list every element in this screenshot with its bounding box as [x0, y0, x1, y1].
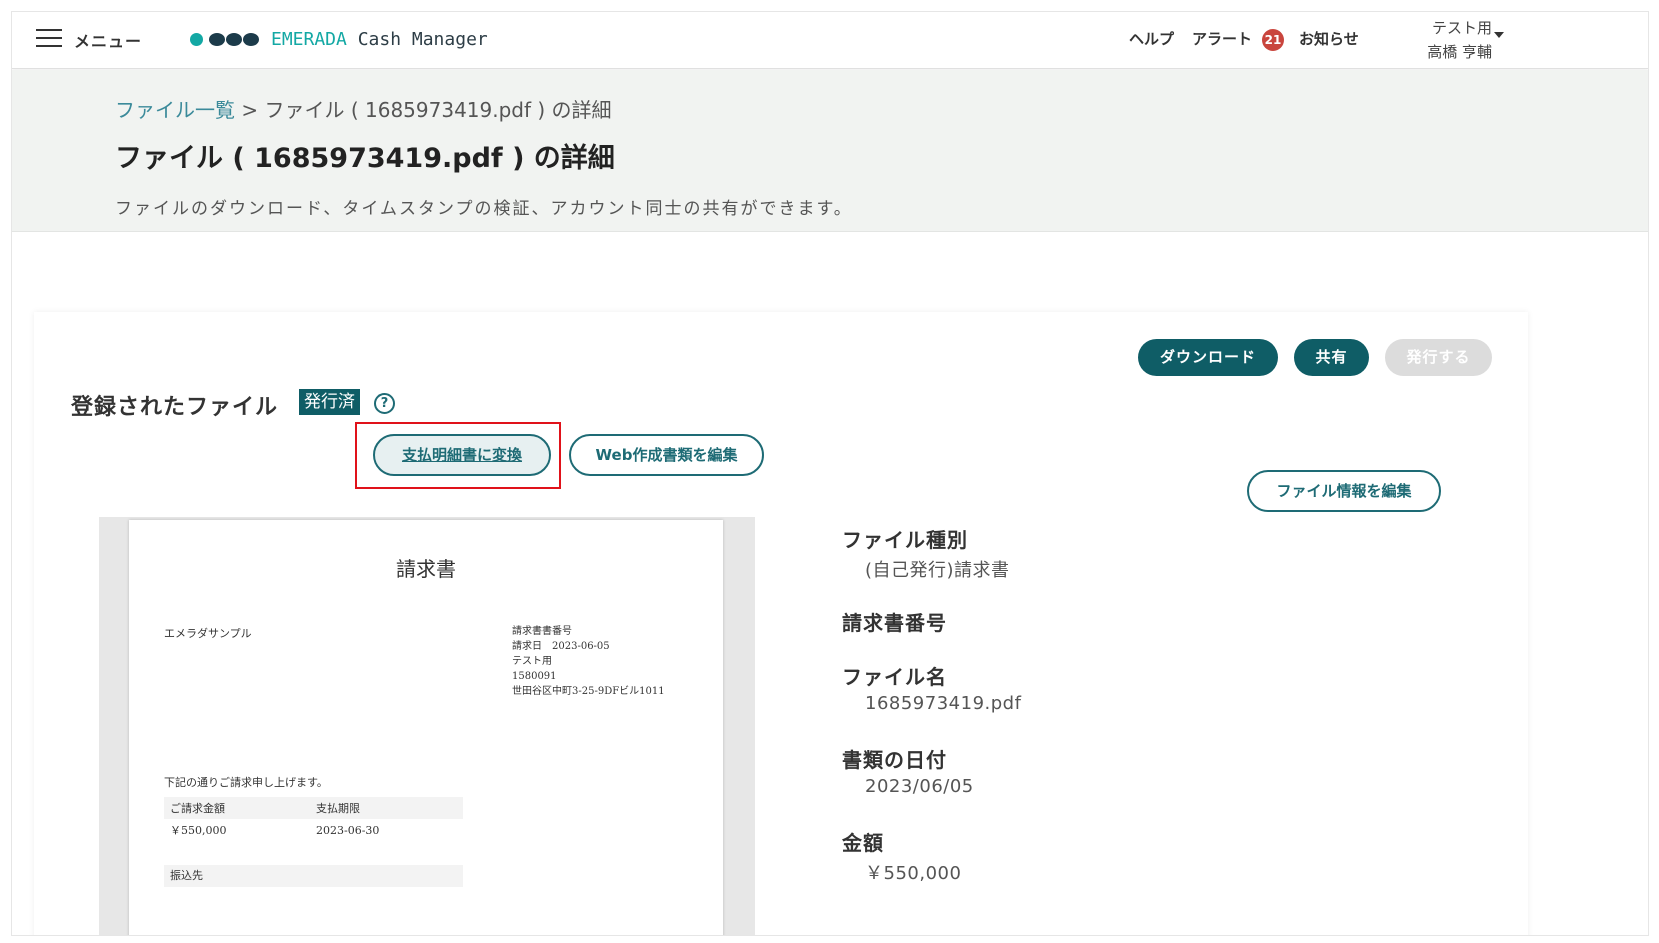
user-org: テスト用 — [1431, 19, 1492, 37]
share-button[interactable]: 共有 — [1294, 339, 1369, 376]
hamburger-menu-icon[interactable] — [36, 26, 62, 48]
document-preview[interactable]: 請求書 エメラダサンプル 請求書書番号 請求日 2023-06-05 テスト用 … — [99, 517, 755, 935]
alert-link[interactable]: アラート — [1192, 28, 1252, 49]
table-row: ￥550,000 2023-06-30 — [164, 819, 463, 841]
logo-product: Cash Manager — [357, 28, 488, 50]
menu-label[interactable]: メニュー — [74, 28, 142, 52]
document-bank-label: 振込先 — [164, 865, 463, 887]
file-name-label: ファイル名 — [842, 665, 947, 689]
notice-link[interactable]: お知らせ — [1299, 28, 1359, 49]
breadcrumb-file-list-link[interactable]: ファイル一覧 — [115, 98, 235, 122]
page-description: ファイルのダウンロード、タイムスタンプの検証、アカウント同士の共有ができます。 — [115, 199, 853, 219]
registered-file-title: 登録されたファイル — [71, 395, 279, 420]
table-cell: 2023-06-30 — [316, 823, 380, 837]
logo-dots-icon — [190, 32, 259, 46]
table-header-cell: ご請求金額 — [170, 802, 225, 815]
breadcrumb-current: ファイル ( 1685973419.pdf ) の詳細 — [264, 98, 612, 122]
meta-line: 世田谷区中町3-25-9DFビル1011 — [512, 686, 665, 697]
document-date-label: 書類の日付 — [842, 748, 947, 772]
app-frame: メニュー EMERADA Cash Manager ヘルプ アラート 21 お知… — [11, 11, 1649, 936]
file-name-value: 1685973419.pdf — [865, 693, 1022, 714]
invoice-number-label: 請求書番号 — [842, 611, 947, 635]
issued-status-badge: 発行済 — [299, 389, 360, 415]
logo-brand: EMERADA — [271, 28, 347, 50]
highlight-annotation-box — [355, 422, 561, 489]
amount-label: 金額 — [842, 831, 884, 855]
page-header-area: ファイル一覧 > ファイル ( 1685973419.pdf ) の詳細 ファイ… — [12, 70, 1648, 232]
meta-line: テスト用 — [512, 656, 552, 667]
amount-value: ￥550,000 — [865, 863, 962, 884]
alert-count-badge[interactable]: 21 — [1262, 29, 1284, 51]
file-type-value: (自己発行)請求書 — [865, 560, 1010, 581]
help-link[interactable]: ヘルプ — [1129, 28, 1174, 49]
help-question-icon[interactable]: ? — [374, 393, 395, 414]
meta-line: 請求書書番号 — [512, 626, 572, 637]
meta-line: 請求日 2023-06-05 — [512, 641, 610, 652]
document-title: 請求書 — [396, 557, 456, 581]
edit-file-info-button[interactable]: ファイル情報を編集 — [1247, 470, 1441, 512]
document-amount-table: ご請求金額 支払期限 ￥550,000 2023-06-30 — [164, 797, 463, 841]
document-company: エメラダサンプル — [164, 627, 252, 640]
user-name: 高橋 亨輔 — [1427, 43, 1492, 61]
download-button[interactable]: ダウンロード — [1138, 339, 1278, 376]
page-title: ファイル ( 1685973419.pdf ) の詳細 — [115, 143, 615, 174]
file-detail-card: ダウンロード 共有 発行する 登録されたファイル 発行済 ? 支払明細書に変換 … — [34, 312, 1528, 935]
meta-line: 1580091 — [512, 671, 557, 682]
breadcrumb: ファイル一覧 > ファイル ( 1685973419.pdf ) の詳細 — [115, 94, 612, 123]
user-dropdown-caret-icon[interactable] — [1494, 32, 1504, 38]
document-date-value: 2023/06/05 — [865, 776, 974, 797]
file-type-label: ファイル種別 — [842, 528, 968, 552]
table-header-cell: 支払期限 — [316, 802, 360, 815]
top-header: メニュー EMERADA Cash Manager ヘルプ アラート 21 お知… — [12, 12, 1648, 69]
document-page: 請求書 エメラダサンプル 請求書書番号 請求日 2023-06-05 テスト用 … — [129, 520, 723, 935]
table-cell: ￥550,000 — [170, 824, 227, 837]
app-logo[interactable]: EMERADA Cash Manager — [190, 26, 488, 52]
issue-button[interactable]: 発行する — [1385, 339, 1492, 376]
logo-text: EMERADA Cash Manager — [271, 29, 488, 50]
document-intro: 下記の通りご請求申し上げます。 — [164, 776, 328, 789]
edit-web-document-button[interactable]: Web作成書類を編集 — [569, 434, 764, 476]
user-menu[interactable]: テスト用 高橋 亨輔 — [1402, 16, 1492, 64]
table-row: ご請求金額 支払期限 — [164, 797, 463, 819]
document-meta: 請求書書番号 請求日 2023-06-05 テスト用 1580091 世田谷区中… — [512, 624, 665, 699]
breadcrumb-separator: > — [235, 98, 265, 122]
